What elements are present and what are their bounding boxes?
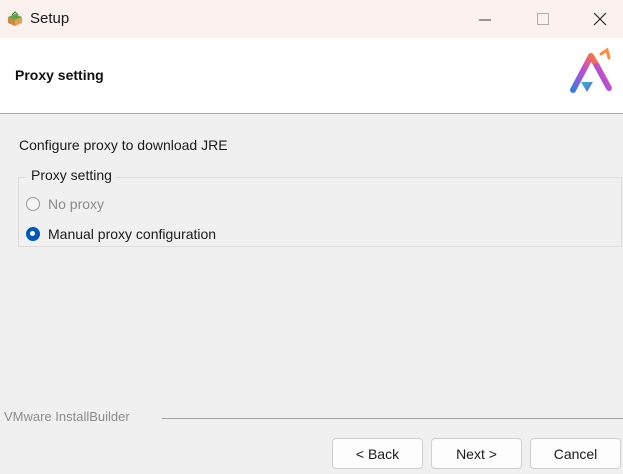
close-icon xyxy=(593,12,607,26)
no-proxy-radio[interactable]: No proxy xyxy=(26,194,104,214)
manual-proxy-label: Manual proxy configuration xyxy=(48,226,217,242)
next-button[interactable]: Next > xyxy=(431,438,522,469)
maximize-button[interactable] xyxy=(520,0,566,38)
installer-logo-icon xyxy=(567,46,615,98)
maximize-icon xyxy=(537,13,549,25)
window-title: Setup xyxy=(30,10,70,27)
back-button[interactable]: < Back xyxy=(332,438,423,469)
no-proxy-label: No proxy xyxy=(48,196,105,212)
manual-proxy-radio[interactable]: Manual proxy configuration xyxy=(26,224,216,244)
page-title: Proxy setting xyxy=(15,67,104,83)
minimize-button[interactable] xyxy=(462,0,508,38)
minimize-icon xyxy=(479,19,491,21)
wizard-header: Proxy setting xyxy=(0,38,623,114)
footer-brand: VMware InstallBuilder xyxy=(4,409,130,424)
footer-divider xyxy=(162,418,623,419)
page-description: Configure proxy to download JRE xyxy=(19,137,228,153)
close-button[interactable] xyxy=(577,0,623,38)
setup-app-icon xyxy=(6,11,24,27)
cancel-button[interactable]: Cancel xyxy=(530,438,621,469)
group-label: Proxy setting xyxy=(27,167,116,183)
radio-unchecked-icon xyxy=(26,197,40,211)
title-bar: Setup xyxy=(0,0,623,38)
radio-checked-icon xyxy=(26,227,40,241)
